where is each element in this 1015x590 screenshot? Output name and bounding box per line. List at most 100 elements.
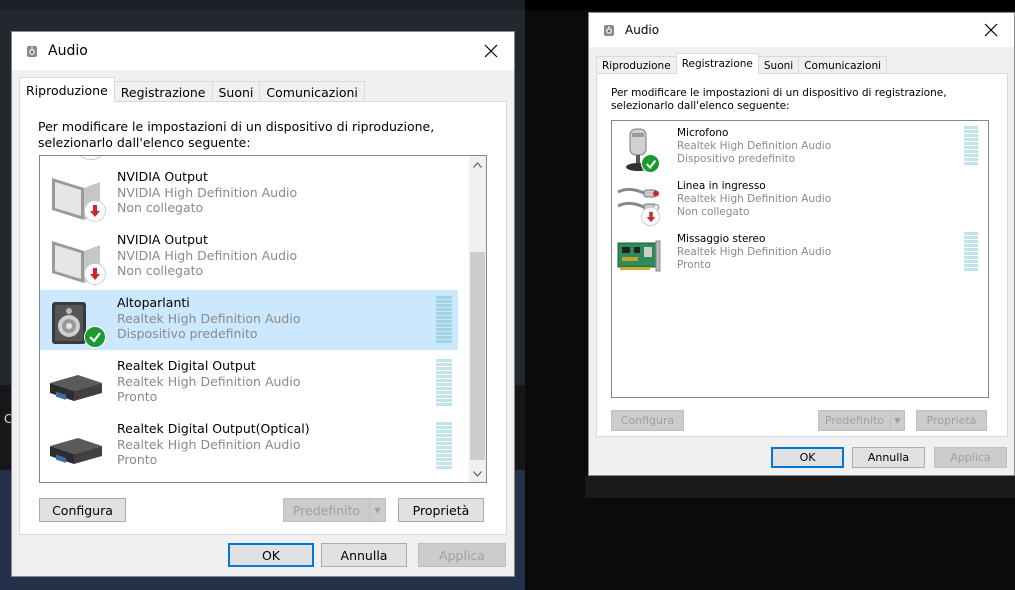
cancel-button[interactable]: Annulla bbox=[321, 543, 407, 567]
device-status: Pronto bbox=[117, 389, 158, 405]
background-bar-right bbox=[585, 476, 1015, 498]
device-item[interactable]: NVIDIA Output NVIDIA High Definition Aud… bbox=[40, 227, 458, 287]
device-driver: NVIDIA High Definition Audio bbox=[117, 184, 298, 200]
set-default-button[interactable]: Predefinito ▼ bbox=[818, 410, 905, 431]
scroll-down-icon[interactable] bbox=[469, 465, 486, 482]
monitor-icon bbox=[48, 237, 106, 285]
device-status: Non collegato bbox=[117, 200, 204, 216]
device-status: Pronto bbox=[677, 259, 711, 272]
device-driver: Realtek High Definition Audio bbox=[677, 140, 832, 153]
properties-button[interactable]: Proprietà bbox=[916, 410, 987, 431]
device-status: Dispositivo predefinito bbox=[117, 326, 258, 342]
device-name: Realtek Digital Output(Optical) bbox=[117, 421, 310, 436]
level-meter bbox=[436, 359, 452, 406]
device-info: Missaggio stereo Realtek High Definition… bbox=[677, 233, 831, 272]
device-info: Linea in ingresso Realtek High Definitio… bbox=[677, 180, 831, 219]
apply-button[interactable]: Applica bbox=[418, 543, 506, 567]
level-meter bbox=[964, 126, 978, 165]
close-button[interactable] bbox=[968, 13, 1014, 47]
digital-output-icon bbox=[48, 363, 104, 409]
speaker-icon bbox=[48, 300, 106, 348]
instructions-text: Per modificare le impostazioni di un dis… bbox=[38, 119, 435, 150]
device-name: Linea in ingresso bbox=[677, 180, 766, 192]
tab-panel: Per modificare le impostazioni di un dis… bbox=[596, 73, 1008, 437]
microphone-icon bbox=[616, 127, 662, 173]
instructions-text: Per modificare le impostazioni di un dis… bbox=[611, 87, 947, 113]
device-driver: Realtek High Definition Audio bbox=[117, 436, 301, 452]
properties-button[interactable]: Proprietà bbox=[398, 498, 484, 522]
close-button[interactable] bbox=[468, 32, 514, 70]
device-name: Microfono bbox=[677, 127, 729, 139]
device-item[interactable]: NVIDIA Output NVIDIA High Definition Aud… bbox=[40, 164, 458, 224]
ok-button[interactable]: OK bbox=[228, 543, 314, 567]
device-status: Pronto bbox=[117, 452, 158, 468]
device-item[interactable]: Missaggio stereo Realtek High Definition… bbox=[612, 229, 988, 281]
title-bar[interactable]: Audio bbox=[589, 13, 1014, 47]
line-in-icon bbox=[616, 180, 662, 226]
tab-communications[interactable]: Comunicazioni bbox=[798, 56, 888, 74]
device-item[interactable]: Realtek Digital Output Realtek High Defi… bbox=[40, 353, 458, 413]
device-list[interactable]: Microfono Realtek High Definition Audio … bbox=[611, 120, 989, 398]
monitor-icon bbox=[48, 174, 106, 222]
background-strip-right bbox=[525, 0, 1015, 10]
tab-bar: Riproduzione Registrazione Suoni Comunic… bbox=[19, 77, 365, 102]
set-default-label: Predefinito bbox=[292, 502, 361, 518]
device-list[interactable]: NVIDIA Output NVIDIA High Definition Aud… bbox=[39, 155, 487, 483]
device-item[interactable]: Microfono Realtek High Definition Audio … bbox=[612, 123, 988, 175]
default-check-icon bbox=[84, 326, 106, 348]
device-name: Realtek Digital Output bbox=[117, 358, 256, 373]
configure-button[interactable]: Configura bbox=[611, 410, 684, 431]
tab-recording[interactable]: Registrazione bbox=[675, 53, 759, 74]
tab-sounds[interactable]: Suoni bbox=[757, 56, 800, 74]
speaker-app-icon bbox=[601, 22, 617, 38]
level-meter bbox=[964, 232, 978, 271]
speaker-app-icon bbox=[24, 43, 40, 59]
ok-button[interactable]: OK bbox=[771, 447, 844, 468]
apply-button[interactable]: Applica bbox=[934, 447, 1007, 468]
audio-dialog-playback: Audio Riproduzione Registrazione Suoni C… bbox=[11, 31, 515, 577]
partial-device-icon bbox=[80, 156, 102, 160]
device-info: NVIDIA Output NVIDIA High Definition Aud… bbox=[117, 232, 297, 279]
tab-sounds[interactable]: Suoni bbox=[211, 81, 261, 102]
disconnected-badge-icon bbox=[641, 207, 660, 226]
title-bar[interactable]: Audio bbox=[12, 32, 514, 70]
close-icon bbox=[484, 44, 498, 58]
tab-bar: Riproduzione Registrazione Suoni Comunic… bbox=[596, 53, 888, 74]
device-item[interactable]: Realtek Digital Output(Optical) Realtek … bbox=[40, 416, 458, 476]
set-default-label: Predefinito bbox=[824, 414, 885, 427]
device-name: NVIDIA Output bbox=[117, 232, 208, 247]
sound-card-icon bbox=[616, 233, 662, 279]
device-name: NVIDIA Output bbox=[117, 169, 208, 184]
set-default-button[interactable]: Predefinito ▼ bbox=[283, 498, 386, 522]
tab-communications[interactable]: Comunicazioni bbox=[259, 81, 365, 102]
device-info: Realtek Digital Output(Optical) Realtek … bbox=[117, 421, 310, 468]
vertical-scrollbar[interactable] bbox=[469, 156, 486, 482]
device-info: Altoparlanti Realtek High Definition Aud… bbox=[117, 295, 300, 342]
dropdown-arrow-icon[interactable]: ▼ bbox=[890, 411, 904, 430]
device-driver: Realtek High Definition Audio bbox=[677, 193, 832, 206]
configure-button[interactable]: Configura bbox=[39, 498, 126, 522]
device-driver: Realtek High Definition Audio bbox=[677, 246, 832, 259]
device-item[interactable]: Linea in ingresso Realtek High Definitio… bbox=[612, 176, 988, 228]
level-meter bbox=[436, 422, 452, 469]
tab-recording[interactable]: Registrazione bbox=[113, 81, 213, 102]
device-driver: Realtek High Definition Audio bbox=[117, 373, 301, 389]
device-status: Non collegato bbox=[117, 263, 204, 279]
device-info: Microfono Realtek High Definition Audio … bbox=[677, 127, 831, 166]
default-check-icon bbox=[641, 154, 660, 173]
dropdown-arrow-icon[interactable]: ▼ bbox=[369, 499, 385, 521]
digital-output-icon bbox=[48, 426, 104, 472]
device-item-selected[interactable]: Altoparlanti Realtek High Definition Aud… bbox=[40, 290, 458, 350]
close-icon bbox=[984, 23, 998, 37]
cancel-button[interactable]: Annulla bbox=[852, 447, 925, 468]
tab-playback[interactable]: Riproduzione bbox=[596, 56, 677, 74]
scroll-thumb[interactable] bbox=[470, 252, 485, 460]
device-name: Altoparlanti bbox=[117, 295, 190, 310]
device-status: Non collegato bbox=[677, 206, 750, 219]
dialog-title: Audio bbox=[625, 23, 660, 37]
tab-playback[interactable]: Riproduzione bbox=[19, 77, 115, 102]
disconnected-badge-icon bbox=[84, 263, 106, 285]
device-driver: Realtek High Definition Audio bbox=[117, 310, 301, 326]
scroll-up-icon[interactable] bbox=[469, 156, 486, 173]
device-info: Realtek Digital Output Realtek High Defi… bbox=[117, 358, 300, 405]
